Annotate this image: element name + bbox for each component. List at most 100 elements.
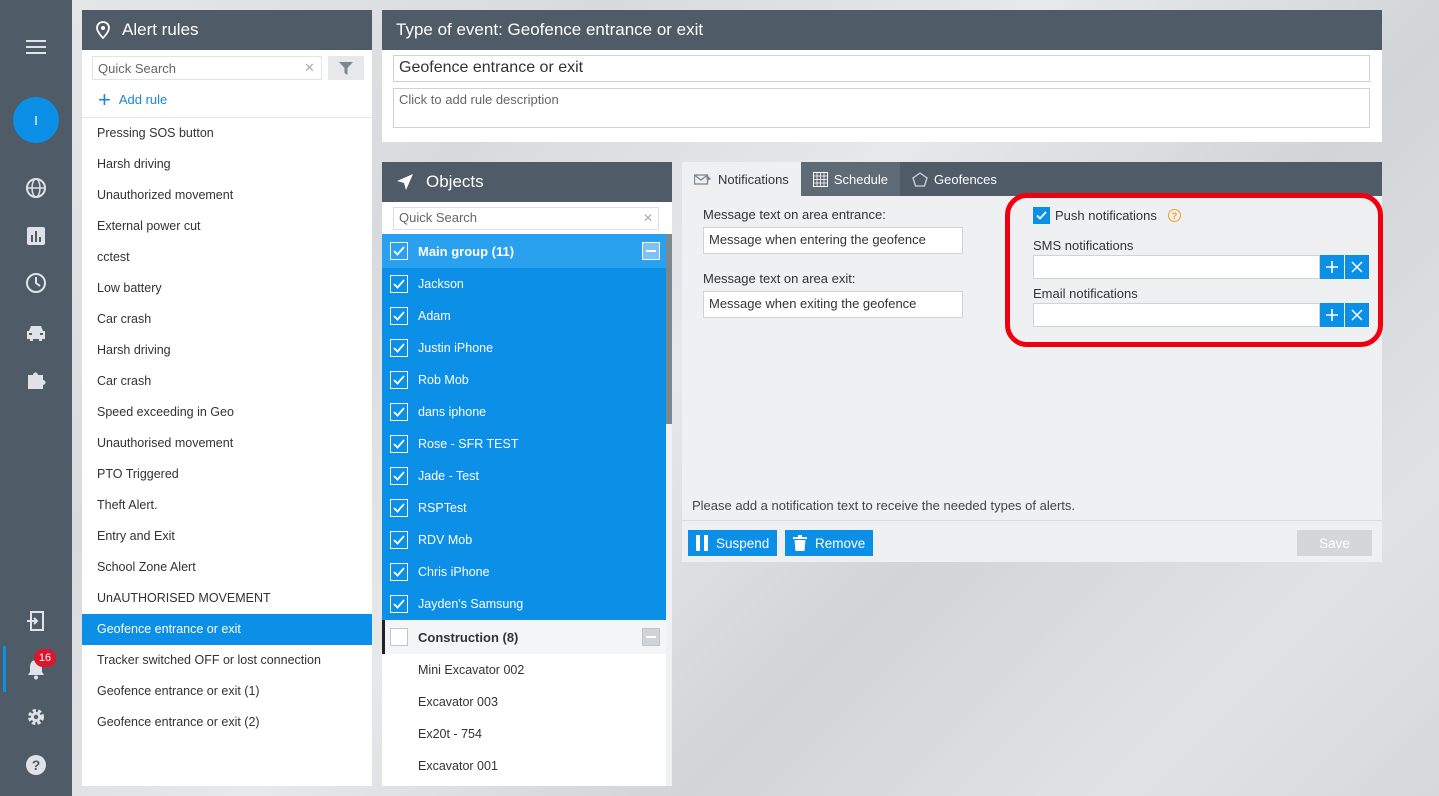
object-label: Jayden's Samsung [418,597,524,611]
object-checkbox[interactable] [390,563,408,581]
rule-item[interactable]: Low battery [82,273,372,304]
rule-item[interactable]: Harsh driving [82,335,372,366]
rule-item[interactable]: Car crash [82,366,372,397]
tab-label: Geofences [934,171,997,187]
object-item[interactable]: Mini Excavator 002 [382,654,666,686]
object-item[interactable]: Rose - SFR TEST [382,428,666,460]
check-icon [393,439,405,449]
rules-search-input[interactable]: Quick Search [92,56,322,80]
scrollbar-thumb[interactable] [666,234,672,424]
pentagon-icon [912,171,928,187]
object-item[interactable]: Chris iPhone [382,556,666,588]
filter-button[interactable] [328,56,364,80]
object-checkbox[interactable] [390,371,408,389]
object-item[interactable]: Jayden's Samsung [382,588,666,620]
object-label: Rose - SFR TEST [418,437,519,451]
check-icon [393,246,405,256]
gear-icon[interactable] [0,702,72,732]
objects-search-input[interactable]: Quick Search ✕ [393,207,659,230]
rule-item[interactable]: PTO Triggered [82,459,372,490]
object-checkbox[interactable] [390,307,408,325]
rule-item[interactable]: Car crash [82,304,372,335]
object-checkbox[interactable] [390,467,408,485]
object-label: RSPTest [418,501,467,515]
rule-item[interactable]: External power cut [82,211,372,242]
tab-label: Notifications [718,171,789,187]
rule-item[interactable]: Unauthorised movement [82,428,372,459]
rule-item[interactable]: Geofence entrance or exit [82,614,372,645]
group-checkbox[interactable] [390,242,408,260]
globe-icon[interactable] [0,173,72,203]
rule-name-input[interactable]: Geofence entrance or exit [393,55,1370,82]
rule-item[interactable]: Pressing SOS button [82,118,372,149]
object-item[interactable]: RSPTest [382,492,666,524]
object-checkbox[interactable] [390,499,408,517]
envelope-icon [694,173,712,186]
object-checkbox[interactable] [390,339,408,357]
tab-geofences[interactable]: Geofences [900,162,1009,196]
objects-header: Objects [382,162,672,202]
logout-icon[interactable] [0,606,72,636]
object-checkbox[interactable] [390,403,408,421]
rule-item[interactable]: Harsh driving [82,149,372,180]
add-rule-label: Add rule [118,92,168,107]
clock-icon[interactable] [0,268,72,298]
group-checkbox[interactable] [390,628,408,646]
rule-item[interactable]: Geofence entrance or exit (2) [82,707,372,738]
help-icon[interactable]: ? [0,750,72,780]
rule-item[interactable]: Entry and Exit [82,521,372,552]
object-item[interactable]: Excavator 003 [382,686,666,718]
rule-item[interactable]: Theft Alert. [82,490,372,521]
check-icon [393,311,405,321]
object-checkbox[interactable] [390,595,408,613]
entrance-message-input[interactable]: Message when entering the geofence [703,227,963,254]
rule-item[interactable]: cctest [82,242,372,273]
save-button[interactable]: Save [1297,530,1372,556]
object-item[interactable]: Excavator 001 [382,750,666,782]
tab-schedule[interactable]: Schedule [800,162,901,196]
puzzle-icon[interactable] [0,365,72,395]
collapse-group-icon[interactable] [642,242,660,260]
avatar-letter: I [34,112,38,128]
group-construction[interactable]: Construction (8) [382,620,666,654]
object-item[interactable]: Ex20t - 754 [382,718,666,750]
car-icon[interactable] [0,318,72,348]
object-checkbox[interactable] [390,531,408,549]
entrance-label: Message text on area entrance: [703,207,886,222]
avatar[interactable]: I [13,97,59,143]
remove-button[interactable]: Remove [785,530,874,556]
plus-icon: + [98,86,111,112]
exit-message-input[interactable]: Message when exiting the geofence [703,291,963,318]
rule-item[interactable]: Unauthorized movement [82,180,372,211]
check-icon [393,599,405,609]
objects-search-placeholder: Quick Search [399,210,478,225]
object-item[interactable]: RDV Mob [382,524,666,556]
clear-search-icon[interactable]: ✕ [304,60,315,76]
rule-item[interactable]: School Zone Alert [82,552,372,583]
chart-icon[interactable] [0,221,72,251]
object-item[interactable]: Rob Mob [382,364,666,396]
menu-icon[interactable] [0,32,72,62]
rule-item[interactable]: Tracker switched OFF or lost connection [82,645,372,676]
objects-scrollbar[interactable] [666,234,672,786]
object-checkbox[interactable] [390,275,408,293]
rule-item[interactable]: Speed exceeding in Geo [82,397,372,428]
tab-notifications[interactable]: Notifications [682,162,801,196]
collapse-group-icon[interactable] [642,628,660,646]
object-item[interactable]: Jade - Test [382,460,666,492]
object-checkbox[interactable] [390,435,408,453]
rule-description-input[interactable]: Click to add rule description [393,88,1370,128]
object-item[interactable]: Adam [382,300,666,332]
object-item[interactable]: Justin iPhone [382,332,666,364]
rule-item[interactable]: UnAUTHORISED MOVEMENT [82,583,372,614]
suspend-button[interactable]: Suspend [688,530,778,556]
navigation-arrow-icon [396,173,414,191]
clear-search-icon[interactable]: ✕ [643,211,653,225]
check-icon [393,471,405,481]
object-item[interactable]: Jackson [382,268,666,300]
object-item[interactable]: dans iphone [382,396,666,428]
group-label: Main group (11) [418,243,515,259]
rule-item[interactable]: Geofence entrance or exit (1) [82,676,372,707]
add-rule-button[interactable]: + Add rule [82,82,372,118]
group-main[interactable]: Main group (11) [382,234,666,268]
